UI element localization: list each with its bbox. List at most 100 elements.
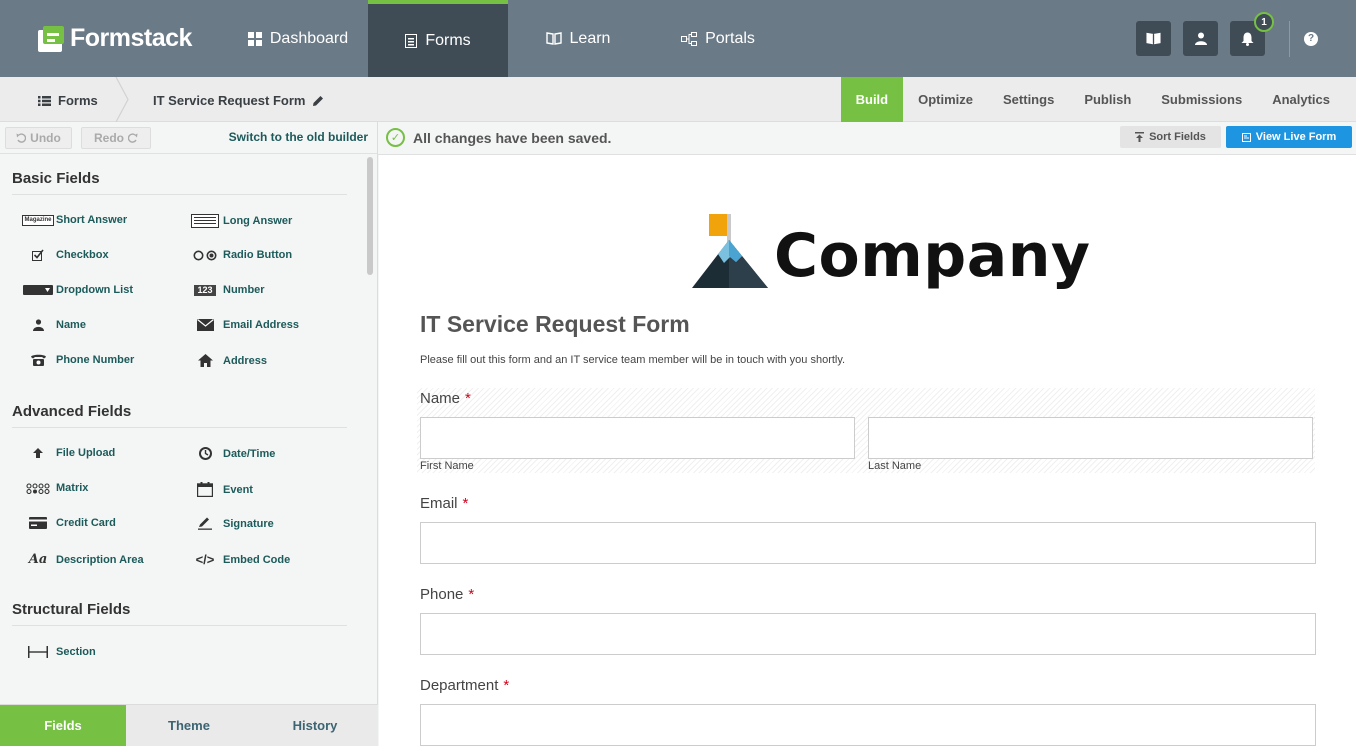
- field-label: Dropdown List: [56, 284, 133, 296]
- tab-publish[interactable]: Publish: [1069, 77, 1146, 122]
- bell-icon: [1241, 32, 1254, 46]
- tab-submissions[interactable]: Submissions: [1146, 77, 1257, 122]
- phone-field-label: Phone *: [420, 586, 474, 603]
- dashboard-icon: [247, 31, 262, 46]
- email-input[interactable]: [420, 522, 1316, 564]
- tab-fields[interactable]: Fields: [0, 705, 126, 746]
- form-canvas: Company IT Service Request Form Please f…: [379, 155, 1356, 746]
- logo-text: Formstack: [70, 24, 192, 52]
- field-label: Description Area: [56, 553, 144, 566]
- book-icon: [545, 32, 562, 45]
- label-text: Email: [420, 495, 458, 512]
- undo-button[interactable]: Undo: [5, 126, 72, 149]
- phone-input[interactable]: [420, 613, 1316, 655]
- nav-tab-portals[interactable]: Portals: [648, 0, 788, 77]
- field-date-time[interactable]: Date/Time: [188, 447, 275, 460]
- help-icon[interactable]: ?: [1304, 31, 1318, 46]
- view-live-form-button[interactable]: View Live Form: [1226, 126, 1352, 148]
- external-form-icon: [1241, 132, 1251, 142]
- field-phone-number[interactable]: Phone Number: [21, 354, 134, 366]
- phone-icon: [21, 354, 55, 366]
- field-name[interactable]: Name: [21, 319, 86, 331]
- radio-button-icon: [188, 250, 222, 261]
- field-label: Short Answer: [56, 214, 128, 226]
- pencil-icon[interactable]: [312, 95, 324, 107]
- field-label: Name: [56, 319, 86, 331]
- field-label: Credit Card: [56, 517, 116, 529]
- breadcrumb-separator-icon: [115, 77, 129, 122]
- form-description[interactable]: Please fill out this form and an IT serv…: [420, 354, 845, 366]
- department-input[interactable]: [420, 704, 1316, 746]
- field-long-answer[interactable]: Long Answer: [188, 214, 292, 228]
- field-matrix[interactable]: Matrix: [21, 482, 88, 494]
- field-label: Address: [223, 354, 268, 367]
- field-signature[interactable]: Signature: [188, 517, 274, 530]
- check-circle-icon: ✓: [386, 128, 405, 147]
- notification-count-badge: 1: [1254, 12, 1274, 32]
- envelope-icon: [188, 319, 222, 331]
- notifications-button[interactable]: 1: [1230, 12, 1274, 56]
- tab-settings[interactable]: Settings: [988, 77, 1069, 122]
- tab-analytics[interactable]: Analytics: [1257, 77, 1356, 122]
- field-section[interactable]: Section: [21, 646, 96, 658]
- form-name: IT Service Request Form: [153, 93, 306, 108]
- panel-scrollbar[interactable]: [367, 157, 373, 275]
- top-right-actions: 1 ?: [1136, 0, 1356, 77]
- account-button[interactable]: [1183, 21, 1218, 56]
- nav-tab-label: Forms: [425, 31, 471, 49]
- tab-optimize[interactable]: Optimize: [903, 77, 988, 122]
- tab-build[interactable]: Build: [840, 77, 904, 122]
- resources-button[interactable]: [1136, 21, 1171, 56]
- last-name-input[interactable]: [868, 417, 1313, 459]
- company-logo-image: [692, 214, 768, 288]
- redo-button[interactable]: Redo: [81, 126, 151, 149]
- field-dropdown-list[interactable]: Dropdown List: [21, 284, 133, 296]
- text-icon: Aa: [28, 552, 48, 567]
- old-builder-link[interactable]: Switch to the old builder: [229, 130, 368, 144]
- tab-theme[interactable]: Theme: [126, 705, 252, 746]
- field-short-answer[interactable]: Magazine Short Answer: [21, 214, 127, 226]
- field-label: Radio Button: [223, 249, 293, 261]
- nav-tab-forms[interactable]: Forms: [368, 0, 508, 77]
- divider: [1289, 20, 1290, 57]
- field-event[interactable]: Event: [188, 482, 253, 497]
- tab-history[interactable]: History: [252, 705, 378, 746]
- structural-fields-heading: Structural Fields: [12, 601, 131, 618]
- user-icon: [1194, 32, 1207, 45]
- save-status: ✓ All changes have been saved.: [386, 128, 611, 147]
- field-address[interactable]: Address: [188, 354, 267, 367]
- first-name-input[interactable]: [420, 417, 855, 459]
- builder-tabs: Build Optimize Settings Publish Submissi…: [840, 77, 1356, 122]
- nav-tab-dashboard[interactable]: Dashboard: [228, 0, 368, 77]
- pen-icon: [188, 517, 222, 530]
- field-checkbox[interactable]: Checkbox: [21, 249, 109, 261]
- field-label: Email Address: [223, 319, 300, 331]
- undo-label: Undo: [30, 130, 61, 145]
- field-embed-code[interactable]: </> Embed Code: [188, 552, 291, 567]
- field-description-area[interactable]: Aa Description Area: [21, 552, 144, 567]
- breadcrumb-forms[interactable]: Forms: [38, 93, 98, 108]
- person-icon: [21, 319, 55, 331]
- field-file-upload[interactable]: File Upload: [21, 447, 115, 459]
- field-email-address[interactable]: Email Address: [188, 319, 299, 331]
- form-title[interactable]: IT Service Request Form: [420, 311, 690, 338]
- field-radio-button[interactable]: Radio Button: [188, 249, 292, 261]
- nav-tab-learn[interactable]: Learn: [508, 0, 648, 77]
- breadcrumb-form-name[interactable]: IT Service Request Form: [153, 93, 324, 108]
- sub-nav: Forms IT Service Request Form Build Opti…: [0, 77, 1356, 122]
- formstack-logo[interactable]: Formstack: [0, 0, 228, 77]
- house-icon: [188, 354, 222, 367]
- view-live-form-label: View Live Form: [1255, 131, 1337, 143]
- divider: [12, 625, 347, 626]
- section-icon: [21, 646, 55, 658]
- field-number[interactable]: 123 Number: [188, 284, 265, 296]
- field-credit-card[interactable]: Credit Card: [21, 517, 116, 529]
- redo-label: Redo: [94, 130, 124, 145]
- divider: [12, 427, 347, 428]
- field-label: Phone Number: [56, 354, 135, 366]
- book-icon: [1146, 32, 1161, 45]
- field-label: Signature: [223, 517, 274, 530]
- dropdown-icon: [21, 285, 55, 295]
- sort-fields-button[interactable]: Sort Fields: [1120, 126, 1221, 148]
- top-nav: Formstack Dashboard Forms Learn Portals …: [0, 0, 1356, 77]
